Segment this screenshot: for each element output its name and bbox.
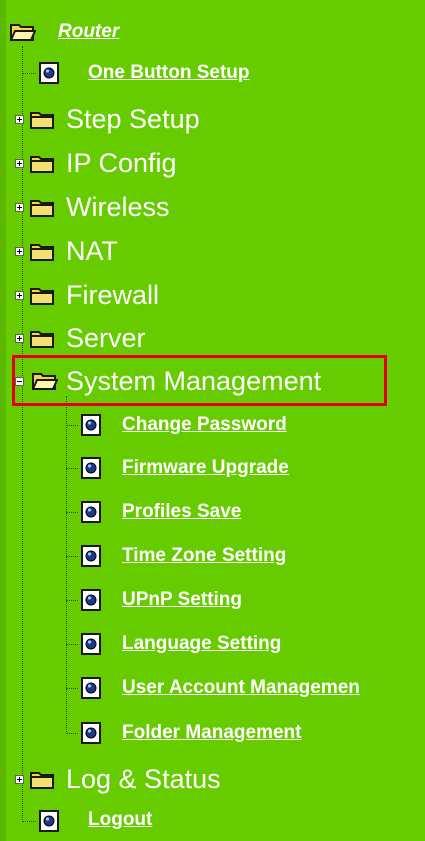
tree-line — [22, 46, 23, 780]
tree-root-router[interactable]: Router — [58, 12, 119, 52]
tree-item-profiles-save[interactable]: Profiles Save — [122, 492, 241, 532]
page-icon — [38, 810, 60, 832]
tree-line — [66, 556, 78, 557]
tree-line — [66, 600, 78, 601]
tree-item-label[interactable]: Logout — [88, 809, 152, 831]
folder-icon — [30, 242, 56, 262]
tree-item-label[interactable]: Profiles Save — [122, 501, 241, 523]
page-icon — [80, 414, 102, 436]
tree-line — [22, 780, 23, 820]
tree-item-label[interactable]: System Management — [66, 366, 321, 397]
tree-line — [66, 396, 67, 734]
tree-item-firewall[interactable]: Firewall — [66, 275, 159, 315]
tree-item-label[interactable]: Time Zone Setting — [122, 545, 286, 567]
tree-item-nat[interactable]: NAT — [66, 231, 118, 271]
expand-icon[interactable] — [15, 203, 24, 212]
tree-item-label[interactable]: One Button Setup — [88, 62, 249, 84]
collapse-icon[interactable] — [15, 377, 24, 386]
open-folder-icon — [10, 22, 36, 42]
page-icon — [80, 501, 102, 523]
tree-item-label[interactable]: Wireless — [66, 192, 170, 223]
tree-item-wireless[interactable]: Wireless — [66, 187, 170, 227]
tree-item-system-management[interactable]: System Management — [66, 361, 321, 401]
tree-item-server[interactable]: Server — [66, 318, 146, 358]
tree-line — [66, 468, 78, 469]
folder-icon — [30, 770, 56, 790]
tree-item-label[interactable]: Change Password — [122, 414, 287, 436]
page-icon — [80, 545, 102, 567]
tree-line — [66, 644, 78, 645]
tree-line — [66, 688, 78, 689]
expand-icon[interactable] — [15, 775, 24, 784]
page-icon — [80, 722, 102, 744]
open-folder-icon — [32, 371, 58, 391]
tree-line — [66, 733, 78, 734]
tree-item-language-setting[interactable]: Language Setting — [122, 624, 281, 664]
expand-icon[interactable] — [15, 247, 24, 256]
tree-item-logout[interactable]: Logout — [88, 800, 152, 840]
page-icon — [80, 589, 102, 611]
folder-icon — [30, 198, 56, 218]
tree-line — [22, 821, 36, 822]
tree-item-label[interactable]: Step Setup — [66, 104, 200, 135]
folder-icon — [30, 286, 56, 306]
tree-line — [66, 425, 78, 426]
tree-item-label[interactable]: User Account Managemen — [122, 677, 360, 699]
tree-item-user-account-management[interactable]: User Account Managemen — [122, 668, 360, 708]
folder-icon — [30, 329, 56, 349]
tree-item-time-zone-setting[interactable]: Time Zone Setting — [122, 536, 286, 576]
expand-icon[interactable] — [15, 159, 24, 168]
tree-line — [66, 512, 78, 513]
folder-icon — [30, 154, 56, 174]
tree-item-one-button-setup[interactable]: One Button Setup — [88, 53, 249, 93]
tree-item-folder-management[interactable]: Folder Management — [122, 713, 301, 753]
page-icon — [80, 633, 102, 655]
expand-icon[interactable] — [15, 115, 24, 124]
tree-item-label[interactable]: IP Config — [66, 148, 177, 179]
page-icon — [80, 677, 102, 699]
folder-icon — [30, 110, 56, 130]
page-icon — [38, 62, 60, 84]
tree-root-label[interactable]: Router — [58, 21, 119, 43]
page-icon — [80, 457, 102, 479]
tree-item-label[interactable]: NAT — [66, 236, 118, 267]
tree-item-ip-config[interactable]: IP Config — [66, 143, 177, 183]
tree-item-label[interactable]: Folder Management — [122, 722, 301, 744]
tree-item-label[interactable]: Firmware Upgrade — [122, 457, 289, 479]
expand-icon[interactable] — [15, 334, 24, 343]
tree-item-log-status[interactable]: Log & Status — [66, 759, 221, 799]
expand-icon[interactable] — [15, 291, 24, 300]
tree-line — [22, 73, 36, 74]
tree-item-label[interactable]: Firewall — [66, 280, 159, 311]
tree-item-step-setup[interactable]: Step Setup — [66, 99, 200, 139]
tree-item-label[interactable]: UPnP Setting — [122, 589, 242, 611]
tree-item-label[interactable]: Log & Status — [66, 764, 221, 795]
tree-item-label[interactable]: Server — [66, 323, 146, 354]
tree-item-upnp-setting[interactable]: UPnP Setting — [122, 580, 242, 620]
tree-item-firmware-upgrade[interactable]: Firmware Upgrade — [122, 448, 289, 488]
tree-item-label[interactable]: Language Setting — [122, 633, 281, 655]
navigation-tree: Router One Button Setup Step Setup IP Co… — [0, 0, 425, 841]
tree-item-change-password[interactable]: Change Password — [122, 405, 287, 445]
